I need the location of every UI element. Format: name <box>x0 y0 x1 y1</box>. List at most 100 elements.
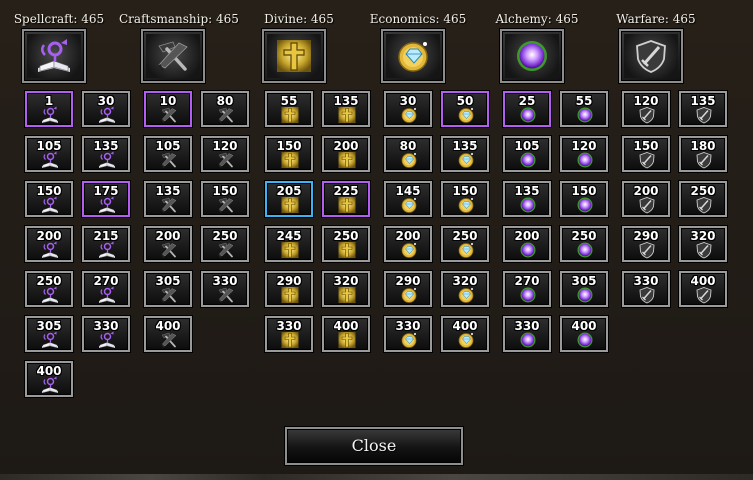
skill-level-number: 200 <box>155 229 181 243</box>
economics-skill-tile[interactable]: 145 <box>384 181 432 217</box>
warfare-skill-tile[interactable]: 135 <box>679 91 727 127</box>
divine-skill-tile[interactable]: 250 <box>322 226 370 262</box>
spellcraft-skill-tile[interactable]: 150 <box>25 181 73 217</box>
warfare-skill-tile[interactable]: 180 <box>679 136 727 172</box>
economics-skill-tile[interactable]: 50 <box>441 91 489 127</box>
warfare-skill-tile[interactable]: 330 <box>622 271 670 307</box>
skill-level-number: 400 <box>333 319 359 333</box>
alchemy-skill-tile[interactable]: 55 <box>560 91 608 127</box>
divine-skill-tile[interactable]: 135 <box>322 91 370 127</box>
economics-skill-tile[interactable]: 330 <box>384 316 432 352</box>
spellcraft-skill-tile[interactable]: 1 <box>25 91 73 127</box>
economics-skill-tile[interactable]: 320 <box>441 271 489 307</box>
warfare-skill-tile[interactable]: 320 <box>679 226 727 262</box>
divine-skill-tile[interactable]: 150 <box>265 136 313 172</box>
warfare-skill-tile[interactable]: 400 <box>679 271 727 307</box>
hammer-saw-icon <box>159 196 179 214</box>
alchemy-skill-tile[interactable]: 135 <box>503 181 551 217</box>
spellcraft-skill-tile[interactable]: 105 <box>25 136 73 172</box>
craftsmanship-skill-tile[interactable]: 10 <box>144 91 192 127</box>
gem-gold-icon <box>456 331 476 349</box>
spellcraft-skill-tile[interactable]: 175 <box>82 181 130 217</box>
divine-skill-tile[interactable]: 330 <box>265 316 313 352</box>
warfare-skill-tile[interactable]: 250 <box>679 181 727 217</box>
alchemy-skill-tile[interactable]: 305 <box>560 271 608 307</box>
economics-skill-tile[interactable]: 150 <box>441 181 489 217</box>
warfare-skill-tile[interactable]: 120 <box>622 91 670 127</box>
spellbook-icon <box>97 106 117 124</box>
warfare-skill-tile[interactable]: 150 <box>622 136 670 172</box>
shield-sword-icon <box>694 196 714 214</box>
divine-skill-tile[interactable]: 400 <box>322 316 370 352</box>
spellcraft-title: Spellcraft: 465 <box>13 12 105 26</box>
divine-skill-tile[interactable]: 290 <box>265 271 313 307</box>
orb-icon <box>575 151 595 169</box>
alchemy-skill-tile[interactable]: 250 <box>560 226 608 262</box>
divine-skill-tile[interactable]: 55 <box>265 91 313 127</box>
skill-level-number: 245 <box>276 229 302 243</box>
cross-icon <box>337 151 357 169</box>
craftsmanship-skill-tile[interactable]: 120 <box>201 136 249 172</box>
spellcraft-skill-tile[interactable]: 270 <box>82 271 130 307</box>
economics-skill-tile[interactable]: 250 <box>441 226 489 262</box>
craftsmanship-skill-tile[interactable]: 400 <box>144 316 192 352</box>
spellcraft-skill-tile[interactable]: 30 <box>82 91 130 127</box>
divine-skill-tile[interactable]: 205 <box>265 181 313 217</box>
shield-sword-icon <box>637 196 657 214</box>
divine-skill-tile[interactable]: 320 <box>322 271 370 307</box>
skill-level-number: 180 <box>690 139 716 153</box>
craftsmanship-skill-tile[interactable]: 250 <box>201 226 249 262</box>
alchemy-skill-tile[interactable]: 105 <box>503 136 551 172</box>
skill-level-number: 135 <box>333 94 359 108</box>
spellcraft-skill-tile[interactable]: 400 <box>25 361 73 397</box>
hammer-saw-icon <box>216 241 236 259</box>
alchemy-skill-tile[interactable]: 120 <box>560 136 608 172</box>
orb-icon <box>518 241 538 259</box>
alchemy-skill-tile[interactable]: 200 <box>503 226 551 262</box>
craftsmanship-skill-tile[interactable]: 330 <box>201 271 249 307</box>
alchemy-skill-tile[interactable]: 150 <box>560 181 608 217</box>
spellcraft-skill-tile[interactable]: 330 <box>82 316 130 352</box>
craftsmanship-skill-tile[interactable]: 105 <box>144 136 192 172</box>
alchemy-skill-tile[interactable]: 270 <box>503 271 551 307</box>
craftsmanship-skill-tile[interactable]: 200 <box>144 226 192 262</box>
spellbook-icon <box>40 106 60 124</box>
divine-skill-tile[interactable]: 225 <box>322 181 370 217</box>
alchemy-skill-tile[interactable]: 25 <box>503 91 551 127</box>
economics-skill-tile[interactable]: 30 <box>384 91 432 127</box>
economics-skill-tile[interactable]: 290 <box>384 271 432 307</box>
alchemy-skill-tile[interactable]: 400 <box>560 316 608 352</box>
economics-skill-tile[interactable]: 135 <box>441 136 489 172</box>
orb-icon <box>518 286 538 304</box>
warfare-skill-tile[interactable]: 290 <box>622 226 670 262</box>
skill-level-number: 150 <box>36 184 62 198</box>
craftsmanship-skill-tile[interactable]: 305 <box>144 271 192 307</box>
craftsmanship-skill-tile[interactable]: 150 <box>201 181 249 217</box>
orb-icon <box>518 331 538 349</box>
craftsmanship-skill-tile[interactable]: 135 <box>144 181 192 217</box>
orb-icon <box>575 331 595 349</box>
spellcraft-skill-tile[interactable]: 305 <box>25 316 73 352</box>
economics-skill-tile[interactable]: 80 <box>384 136 432 172</box>
spellbook-icon <box>97 151 117 169</box>
skill-level-number: 200 <box>333 139 359 153</box>
spellcraft-skill-tile[interactable]: 215 <box>82 226 130 262</box>
spellcraft-skill-tile[interactable]: 250 <box>25 271 73 307</box>
warfare-skill-tile[interactable]: 200 <box>622 181 670 217</box>
economics-skill-tile[interactable]: 200 <box>384 226 432 262</box>
close-button[interactable]: Close <box>285 427 463 465</box>
spellcraft-skill-tile[interactable]: 200 <box>25 226 73 262</box>
divine-skill-tile[interactable]: 200 <box>322 136 370 172</box>
divine-skill-tile[interactable]: 245 <box>265 226 313 262</box>
alchemy-skill-tile[interactable]: 330 <box>503 316 551 352</box>
shield-sword-icon <box>637 241 657 259</box>
skill-level-number: 150 <box>452 184 478 198</box>
spellbook-icon <box>40 196 60 214</box>
skill-level-number: 305 <box>571 274 597 288</box>
gem-gold-icon <box>399 331 419 349</box>
economics-skill-tile[interactable]: 400 <box>441 316 489 352</box>
skill-level-number: 330 <box>212 274 238 288</box>
spellcraft-skill-tile[interactable]: 135 <box>82 136 130 172</box>
craftsmanship-skill-tile[interactable]: 80 <box>201 91 249 127</box>
skill-level-number: 135 <box>452 139 478 153</box>
